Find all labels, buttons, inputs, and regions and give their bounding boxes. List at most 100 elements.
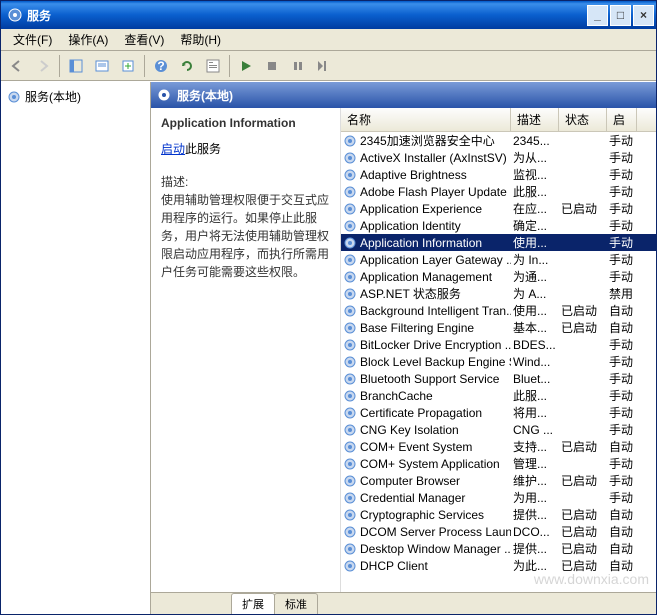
tab-extended[interactable]: 扩展 [231, 593, 275, 614]
table-row[interactable]: ASP.NET 状态服务为 A...禁用 [341, 285, 656, 302]
table-row[interactable]: Adaptive Brightness监视...手动 [341, 166, 656, 183]
cell-startup: 手动 [607, 404, 637, 421]
service-name: Application Management [360, 270, 492, 284]
tree-root-item[interactable]: 服务(本地) [5, 86, 146, 107]
table-row[interactable]: Block Level Backup Engine S...Wind...手动 [341, 353, 656, 370]
cell-desc: 管理... [511, 455, 559, 472]
cell-startup: 手动 [607, 183, 637, 200]
col-status-header[interactable]: 状态 [559, 108, 607, 131]
gear-icon [343, 474, 357, 488]
table-row[interactable]: Application Layer Gateway ...为 In...手动 [341, 251, 656, 268]
col-startup-header[interactable]: 启 [607, 108, 637, 131]
forward-button[interactable] [31, 54, 55, 78]
table-row[interactable]: COM+ Event System支持...已启动自动 [341, 438, 656, 455]
table-row[interactable]: 2345加速浏览器安全中心2345...手动 [341, 132, 656, 149]
table-row[interactable]: BitLocker Drive Encryption ...BDES...手动 [341, 336, 656, 353]
cell-name: DCOM Server Process Laun... [341, 525, 511, 539]
gear-icon [343, 457, 357, 471]
export-button[interactable] [116, 54, 140, 78]
menu-bar: 文件(F) 操作(A) 查看(V) 帮助(H) [1, 29, 656, 51]
gear-icon [343, 389, 357, 403]
help-button[interactable]: ? [149, 54, 173, 78]
service-name: DCOM Server Process Laun... [360, 525, 511, 539]
back-button[interactable] [5, 54, 29, 78]
cell-desc: 2345... [511, 134, 559, 148]
restart-service-button[interactable] [312, 54, 336, 78]
cell-startup: 手动 [607, 200, 637, 217]
table-row[interactable]: Application Experience在应...已启动手动 [341, 200, 656, 217]
cell-startup: 手动 [607, 353, 637, 370]
gear-icon [343, 508, 357, 522]
separator [144, 55, 145, 77]
stop-service-button[interactable] [260, 54, 284, 78]
table-row[interactable]: BranchCache此服...手动 [341, 387, 656, 404]
title-bar[interactable]: 服务 _ □ × [1, 1, 656, 29]
table-row[interactable]: Credential Manager为用...手动 [341, 489, 656, 506]
cell-startup: 手动 [607, 166, 637, 183]
cell-desc: Bluet... [511, 372, 559, 386]
service-name: CNG Key Isolation [360, 423, 459, 437]
cell-name: BitLocker Drive Encryption ... [341, 338, 511, 352]
menu-help[interactable]: 帮助(H) [172, 29, 229, 50]
show-hide-tree-button[interactable] [64, 54, 88, 78]
cell-status: 已启动 [559, 438, 607, 455]
table-row[interactable]: Computer Browser维护...已启动手动 [341, 472, 656, 489]
cell-desc: 此服... [511, 183, 559, 200]
minimize-button[interactable]: _ [587, 5, 608, 26]
description-block: 描述: 使用辅助管理权限便于交互式应用程序的运行。如果停止此服务，用户将无法使用… [161, 173, 330, 281]
cell-name: Desktop Window Manager ... [341, 542, 511, 556]
tab-standard[interactable]: 标准 [274, 593, 318, 614]
cell-startup: 自动 [607, 506, 637, 523]
cell-name: Base Filtering Engine [341, 321, 511, 335]
service-name: ASP.NET 状态服务 [360, 285, 461, 302]
gear-icon [343, 270, 357, 284]
properties-button-2[interactable] [201, 54, 225, 78]
table-row[interactable]: DCOM Server Process Laun...DCO...已启动自动 [341, 523, 656, 540]
table-row[interactable]: Bluetooth Support ServiceBluet...手动 [341, 370, 656, 387]
menu-view[interactable]: 查看(V) [116, 29, 172, 50]
table-row[interactable]: DHCP Client为此...已启动自动 [341, 557, 656, 574]
cell-desc: 使用... [511, 302, 559, 319]
table-row[interactable]: Adobe Flash Player Update ...此服...手动 [341, 183, 656, 200]
gear-icon [343, 219, 357, 233]
table-row[interactable]: Base Filtering Engine基本...已启动自动 [341, 319, 656, 336]
table-row[interactable]: COM+ System Application管理...手动 [341, 455, 656, 472]
cell-name: Credential Manager [341, 491, 511, 505]
table-row[interactable]: Application Information使用...手动 [341, 234, 656, 251]
cell-name: Adaptive Brightness [341, 168, 511, 182]
cell-name: Block Level Backup Engine S... [341, 355, 511, 369]
maximize-button[interactable]: □ [610, 5, 631, 26]
close-button[interactable]: × [633, 5, 654, 26]
services-window: 服务 _ □ × 文件(F) 操作(A) 查看(V) 帮助(H) ? 服务(本地… [0, 0, 657, 615]
start-service-link[interactable]: 启动 [161, 142, 185, 156]
list-rows: 2345加速浏览器安全中心2345...手动ActiveX Installer … [341, 132, 656, 574]
cell-startup: 自动 [607, 540, 637, 557]
menu-file[interactable]: 文件(F) [5, 29, 60, 50]
split-pane: Application Information 启动此服务 描述: 使用辅助管理… [151, 108, 656, 592]
refresh-button[interactable] [175, 54, 199, 78]
menu-action[interactable]: 操作(A) [60, 29, 116, 50]
table-row[interactable]: ActiveX Installer (AxInstSV)为从...手动 [341, 149, 656, 166]
table-row[interactable]: Desktop Window Manager ...提供...已启动自动 [341, 540, 656, 557]
pause-service-button[interactable] [286, 54, 310, 78]
table-row[interactable]: Background Intelligent Tran...使用...已启动自动 [341, 302, 656, 319]
service-list[interactable]: 名称 描述 状态 启 2345加速浏览器安全中心2345...手动ActiveX… [341, 108, 656, 592]
cell-desc: 提供... [511, 540, 559, 557]
service-name: Application Experience [360, 202, 482, 216]
cell-status: 已启动 [559, 319, 607, 336]
col-desc-header[interactable]: 描述 [511, 108, 559, 131]
desc-text: 使用辅助管理权限便于交互式应用程序的运行。如果停止此服务，用户将无法使用辅助管理… [161, 191, 330, 281]
gear-icon [343, 372, 357, 386]
table-row[interactable]: Application Management为通...手动 [341, 268, 656, 285]
start-service-button[interactable] [234, 54, 258, 78]
cell-startup: 手动 [607, 489, 637, 506]
col-name-header[interactable]: 名称 [341, 108, 511, 131]
table-row[interactable]: CNG Key IsolationCNG ...手动 [341, 421, 656, 438]
service-name-heading: Application Information [161, 116, 330, 130]
table-row[interactable]: Certificate Propagation将用...手动 [341, 404, 656, 421]
svg-text:?: ? [157, 59, 164, 73]
table-row[interactable]: Application Identity确定...手动 [341, 217, 656, 234]
cell-startup: 手动 [607, 370, 637, 387]
table-row[interactable]: Cryptographic Services提供...已启动自动 [341, 506, 656, 523]
properties-button[interactable] [90, 54, 114, 78]
